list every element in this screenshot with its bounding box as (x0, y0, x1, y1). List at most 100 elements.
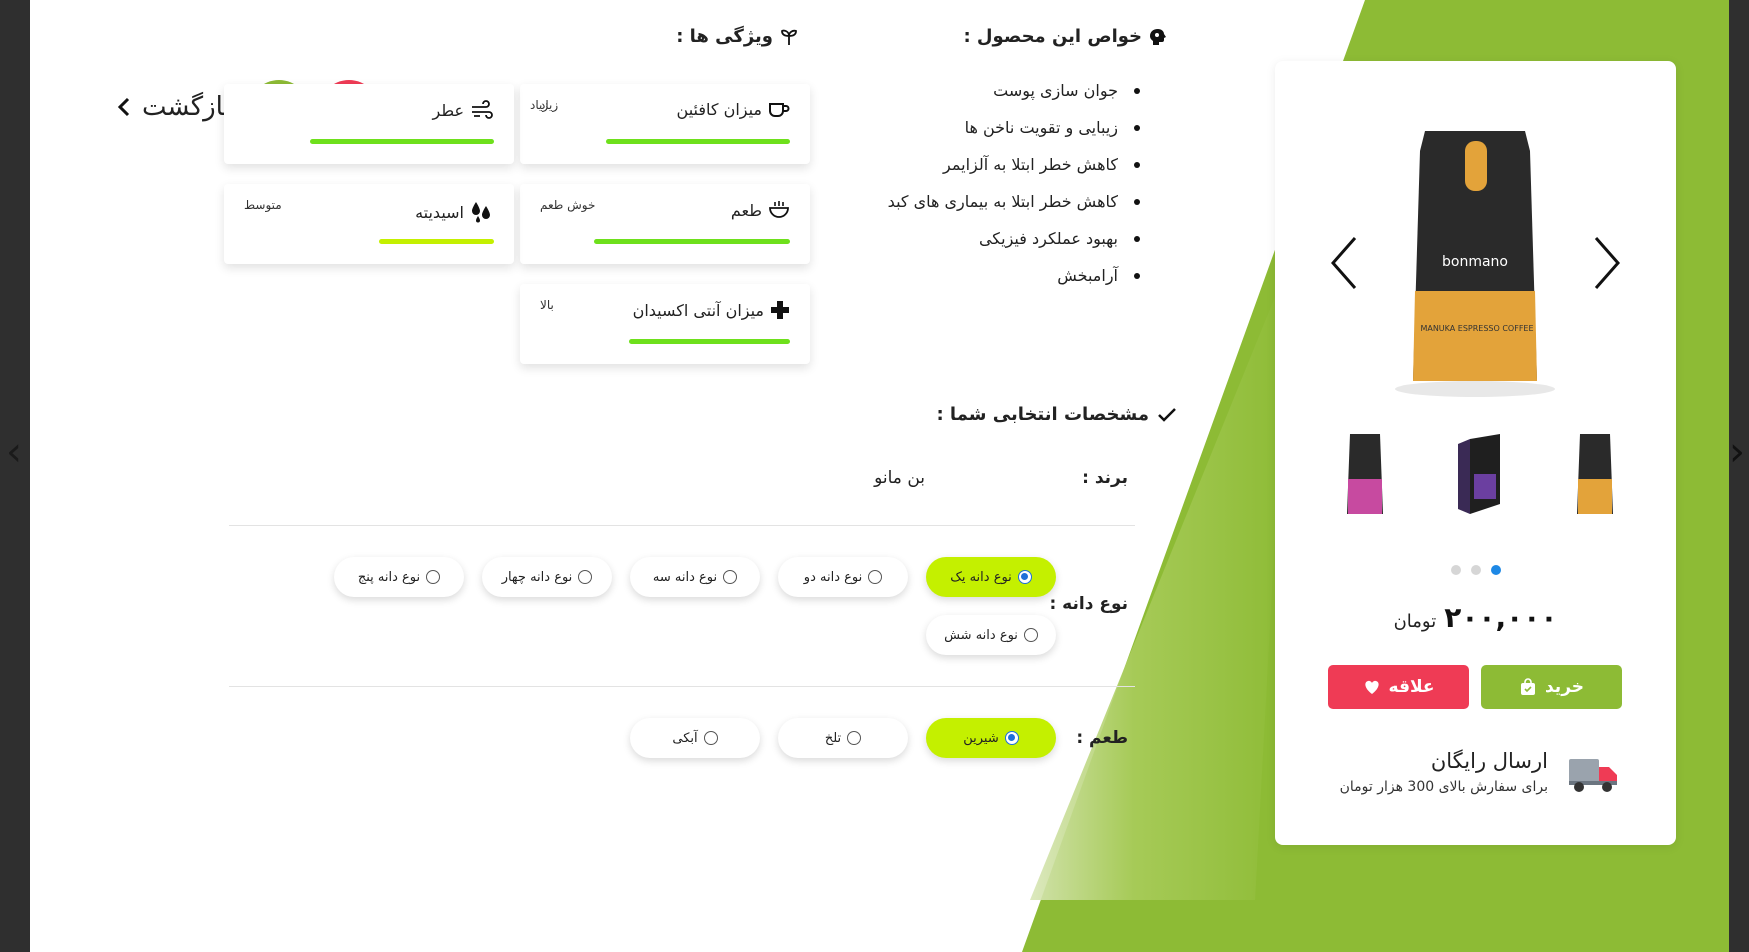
taste-option-watery[interactable]: آبکی (630, 718, 760, 758)
properties-title-text: خواص این محصول : (963, 26, 1142, 47)
thumbnail-strip (1335, 429, 1625, 524)
bean-option-label: نوع دانه سه (652, 569, 718, 585)
specs-title-text: مشخصات انتخابی شما : (936, 404, 1149, 425)
drops-icon (472, 202, 490, 223)
check-icon (1158, 407, 1176, 422)
feature-level: متوسط (244, 198, 282, 212)
list-item: آرامبخش (888, 257, 1141, 294)
backdrop-next-arrow[interactable]: › (1729, 432, 1745, 472)
list-item: کاهش خطر ابتلا به بیماری های کبد (888, 183, 1141, 220)
back-label: بازگشت (142, 92, 231, 122)
feature-card-caffeine: میزان کافئین زیاد (520, 84, 810, 164)
radio-button[interactable] (1004, 731, 1019, 745)
chevron-left-icon (117, 97, 130, 117)
aroma-level: زیاد (530, 98, 549, 112)
feature-name: اسیدیته (415, 200, 494, 224)
plus-icon (771, 301, 789, 319)
price-value: ۲۰۰,۰۰۰ (1444, 601, 1558, 634)
feature-name: میزان کافئین (677, 100, 790, 119)
radio-button[interactable] (703, 731, 718, 745)
thumbnail[interactable] (1450, 429, 1510, 519)
bean-option-label: نوع دانه شش (944, 627, 1018, 643)
divider (229, 525, 1135, 526)
feature-card-aroma: عطر (224, 84, 514, 164)
feature-name: میزان آنتی اکسیدان (633, 300, 790, 320)
product-card: bonmano MANUKA ESPRESSO COFFEE ۲۰۰,۰۰۰ ت… (1275, 61, 1676, 845)
feature-bar (379, 239, 494, 244)
radio-button[interactable] (426, 570, 441, 584)
feature-name: عطر (433, 100, 495, 120)
carousel-dot[interactable] (1470, 565, 1481, 575)
bean-option-2[interactable]: نوع دانه دو (778, 557, 908, 597)
brain-icon (1150, 28, 1166, 45)
radio-button[interactable] (868, 570, 883, 584)
bean-option-4[interactable]: نوع دانه چهار (482, 557, 612, 597)
feature-level: خوش طعم (540, 198, 596, 212)
feature-name: طعم (731, 200, 790, 220)
radio-button[interactable] (847, 731, 862, 745)
taste-option-label: تلخ (824, 730, 842, 746)
bean-option-3[interactable]: نوع دانه سه (630, 557, 760, 597)
carousel-dots (1275, 565, 1676, 575)
list-item: جوان سازی پوست (888, 72, 1141, 109)
radio-button[interactable] (723, 570, 738, 584)
thumbnail[interactable] (1565, 429, 1625, 519)
feature-name-text: اسیدیته (415, 202, 464, 222)
feature-level: بالا (540, 298, 554, 312)
specs-title: مشخصات انتخابی شما : (936, 404, 1177, 425)
backdrop-right: › (1729, 0, 1749, 952)
product-modal: بازگشت 1 ویژگی ها : میزان کافئین زیاد عط… (30, 0, 1729, 952)
shipping-info: ارسال رایگان برای سفارش بالای 300 هزار ت… (1340, 749, 1548, 795)
feature-card-antioxidant: میزان آنتی اکسیدان بالا (520, 284, 810, 364)
features-title-text: ویژگی ها : (676, 26, 773, 47)
brand-label: برند : (1082, 468, 1128, 488)
carousel-dot[interactable] (1450, 565, 1461, 575)
heart-icon (1364, 680, 1379, 694)
sprout-icon (781, 29, 797, 45)
brand-value: بن مانو (874, 468, 925, 488)
shipping-subtitle: برای سفارش بالای 300 هزار تومان (1339, 779, 1548, 795)
feature-name-text: میزان آنتی اکسیدان (632, 300, 764, 320)
feature-name-text: میزان کافئین (676, 100, 762, 119)
backdrop-left: ‹ (0, 0, 30, 952)
back-button[interactable]: بازگشت (116, 92, 231, 122)
shipping-title: ارسال رایگان (1430, 749, 1548, 773)
feature-bar (629, 339, 790, 344)
list-item: کاهش خطر ابتلا به آلزایمر (888, 146, 1141, 183)
bean-option-label: نوع دانه چهار (501, 569, 573, 585)
favorite-button[interactable]: علاقه (1328, 665, 1469, 709)
buy-label: خرید (1544, 677, 1585, 697)
thumbnail[interactable] (1335, 429, 1395, 519)
list-item: بهبود عملکرد فیزیکی (888, 220, 1141, 257)
bean-option-1[interactable]: نوع دانه یک (926, 557, 1056, 597)
bean-option-label: نوع دانه پنج (357, 569, 421, 585)
chevron-right-icon[interactable] (1586, 233, 1626, 293)
truck-icon (1569, 759, 1617, 792)
bean-option-6[interactable]: نوع دانه شش (926, 615, 1056, 655)
buy-button[interactable]: خرید (1481, 665, 1622, 709)
list-item: زیبایی و تقویت ناخن ها (888, 109, 1141, 146)
taste-option-sweet[interactable]: شیرین (926, 718, 1056, 758)
chevron-left-icon[interactable] (1325, 233, 1365, 293)
feature-card-taste: طعم خوش طعم (520, 184, 810, 264)
taste-label: طعم : (1076, 728, 1128, 748)
taste-option-bitter[interactable]: تلخ (778, 718, 908, 758)
properties-title: خواص این محصول : (963, 26, 1168, 47)
radio-button[interactable] (1017, 570, 1032, 584)
features-title: ویژگی ها : (676, 26, 799, 47)
feature-bar (606, 139, 790, 144)
radio-button[interactable] (578, 570, 593, 584)
backdrop-prev-arrow[interactable]: ‹ (6, 432, 22, 472)
pack-brand: bonmano (1442, 254, 1508, 270)
bean-option-label: نوع دانه دو (803, 569, 863, 585)
carousel-dot[interactable] (1490, 565, 1501, 575)
radio-button[interactable] (1023, 628, 1038, 642)
wind-icon (472, 100, 493, 119)
shopping-bag-icon (1520, 678, 1535, 695)
taste-option-label: آبکی (672, 730, 698, 746)
cup-icon (769, 102, 790, 117)
bean-option-label: نوع دانه یک (950, 569, 1012, 585)
bean-option-5[interactable]: نوع دانه پنج (334, 557, 464, 597)
bowl-icon (769, 201, 789, 218)
feature-name-text: طعم (730, 200, 762, 220)
